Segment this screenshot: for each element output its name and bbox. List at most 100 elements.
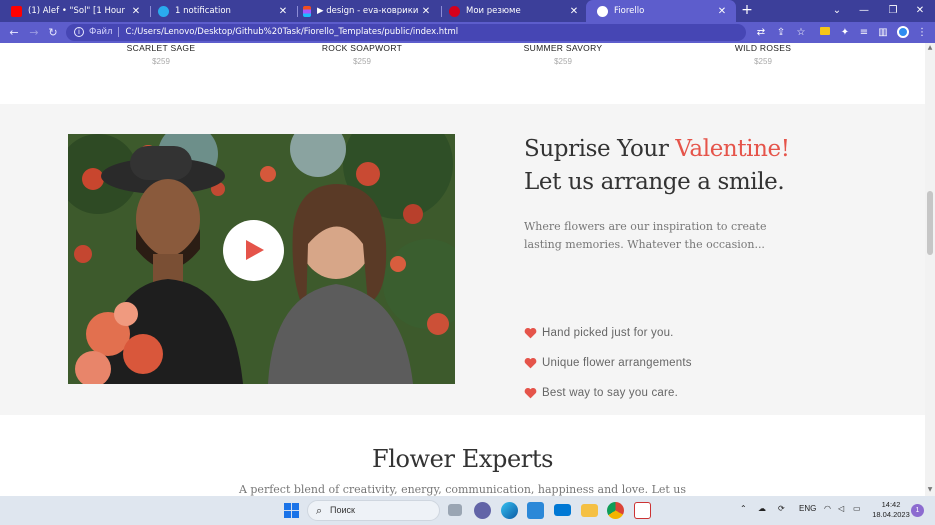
product-card[interactable]: ROCK SOAPWORT $259	[262, 43, 462, 66]
clock-time: 14:42	[881, 500, 901, 509]
experts-subtitle: A perfect blend of creativity, energy, c…	[238, 483, 687, 496]
teams-chat-icon[interactable]	[474, 502, 491, 519]
feature-text: Best way to say you care.	[542, 387, 679, 399]
product-price: $259	[152, 57, 170, 66]
battery-icon[interactable]: ▭	[853, 504, 861, 513]
extension-badge-icon[interactable]	[817, 25, 833, 40]
reading-list-icon[interactable]: ≡	[856, 25, 872, 40]
valentine-promo-section: Suprise Your Valentine! Let us arrange a…	[0, 104, 925, 415]
close-icon[interactable]: ✕	[418, 6, 434, 17]
page-scrollbar[interactable]: ▲ ▼	[925, 43, 935, 496]
product-name: ROCK SOAPWORT	[321, 43, 403, 53]
product-price: $259	[754, 57, 772, 66]
chrome-icon[interactable]	[607, 502, 624, 519]
tab-title: Fiorello	[614, 6, 645, 16]
minimize-icon[interactable]: —	[853, 2, 875, 19]
play-video-button[interactable]	[223, 220, 284, 281]
scroll-down-icon[interactable]: ▼	[925, 486, 935, 493]
close-icon[interactable]: ✕	[128, 6, 144, 17]
wifi-icon[interactable]: ◠	[824, 504, 831, 513]
feature-item: Hand picked just for you.	[524, 326, 674, 340]
product-card[interactable]: SCARLET SAGE $259	[61, 43, 261, 66]
side-panel-icon[interactable]: ▥	[875, 25, 891, 40]
clock-date: 18.04.2023	[872, 510, 910, 519]
tab-fiorello[interactable]: Fiorello ✕	[586, 0, 736, 22]
notification-badge[interactable]: 1	[911, 504, 924, 517]
info-icon[interactable]: i	[74, 26, 84, 37]
product-card[interactable]: SUMMER SAVORY $259	[463, 43, 663, 66]
close-icon[interactable]: ✕	[566, 6, 582, 17]
tab-title: ▶ design - eva-коврики	[317, 6, 418, 16]
tab-title: 1 notification	[175, 6, 231, 16]
youtube-icon	[11, 5, 22, 17]
product-name: SCARLET SAGE	[126, 43, 196, 53]
edge-icon[interactable]	[501, 502, 518, 519]
app-icon[interactable]	[634, 502, 651, 519]
promo-title-line2: Let us arrange a smile.	[524, 169, 785, 195]
tab-search-icon[interactable]: ⌄	[826, 2, 848, 19]
telegram-icon	[158, 5, 169, 17]
hh-icon	[449, 5, 460, 17]
windows-start-icon[interactable]	[284, 503, 299, 518]
search-placeholder: Поиск	[330, 505, 355, 515]
new-tab-icon[interactable]: +	[739, 2, 755, 19]
globe-icon	[597, 5, 608, 17]
promo-description: Where flowers are our inspiration to cre…	[524, 220, 767, 251]
heart-icon	[524, 327, 537, 339]
scroll-up-icon[interactable]: ▲	[925, 44, 935, 51]
tab-telegram[interactable]: 1 notification ✕	[147, 0, 297, 22]
window-close-icon[interactable]: ✕	[909, 2, 931, 19]
experts-heading: Flower Experts	[371, 445, 554, 473]
file-scheme-label: Файл	[89, 27, 113, 37]
promo-title-text: Suprise Your	[524, 136, 676, 162]
extensions-icon[interactable]: ✦	[837, 25, 853, 40]
product-name: SUMMER SAVORY	[523, 43, 603, 53]
language-indicator[interactable]: ENG	[799, 504, 816, 513]
share-icon[interactable]: ⇪	[773, 25, 789, 40]
tab-title: Мои резюме	[466, 6, 521, 16]
play-icon	[246, 240, 264, 260]
feature-text: Unique flower arrangements	[542, 357, 692, 369]
promo-title-accent: Valentine!	[675, 136, 790, 162]
search-icon: ⌕	[316, 504, 323, 517]
file-explorer-icon[interactable]	[581, 504, 598, 517]
figma-icon	[303, 5, 311, 17]
close-icon[interactable]: ✕	[714, 6, 730, 17]
sync-icon[interactable]: ⟳	[778, 504, 785, 513]
close-icon[interactable]: ✕	[275, 6, 291, 17]
forward-icon[interactable]: →	[26, 25, 42, 40]
product-name: WILD ROSES	[734, 43, 792, 53]
menu-icon[interactable]: ⋮	[914, 25, 930, 40]
translate-icon[interactable]: ⇄	[753, 25, 769, 40]
maximize-icon[interactable]: ❐	[882, 2, 904, 19]
back-icon[interactable]: ←	[6, 25, 22, 40]
url-text: C:/Users/Lenovo/Desktop/Github%20Task/Fi…	[125, 27, 459, 37]
task-view-icon[interactable]	[448, 504, 462, 516]
tab-resume[interactable]: Мои резюме ✕	[438, 0, 588, 22]
system-clock[interactable]: 14:42 18.04.2023	[868, 500, 914, 520]
windows-taskbar: ⌕ Поиск ⌃ ☁ ⟳ ENG ◠ ◁ ▭ 14:42 18.04.2023…	[0, 496, 935, 525]
promo-title-line1: Suprise Your Valentine!	[524, 136, 790, 162]
feature-item: Best way to say you care.	[524, 386, 678, 400]
feature-text: Hand picked just for you.	[542, 327, 674, 339]
tab-youtube[interactable]: (1) Alef • "Sol" [1 Hour Loop] - You ✕	[0, 0, 150, 22]
address-bar[interactable]: i Файл C:/Users/Lenovo/Desktop/Github%20Ta…	[66, 24, 746, 41]
heart-icon	[524, 357, 537, 369]
store-icon[interactable]	[527, 502, 544, 519]
show-hidden-icons[interactable]: ⌃	[740, 504, 747, 513]
mail-icon[interactable]	[554, 504, 571, 516]
tab-title: (1) Alef • "Sol" [1 Hour Loop] - You	[28, 6, 128, 16]
bookmark-star-icon[interactable]: ☆	[793, 25, 809, 40]
cloud-icon[interactable]: ☁	[758, 504, 766, 513]
volume-icon[interactable]: ◁	[838, 504, 844, 513]
product-card[interactable]: WILD ROSES $259	[663, 43, 863, 66]
profile-avatar-icon[interactable]	[895, 25, 911, 40]
feature-item: Unique flower arrangements	[524, 356, 692, 370]
scrollbar-thumb[interactable]	[927, 191, 933, 255]
product-price: $259	[353, 57, 371, 66]
tab-figma[interactable]: ▶ design - eva-коврики ✕	[292, 0, 440, 22]
reload-icon[interactable]: ↻	[45, 25, 61, 40]
divider	[118, 26, 120, 37]
taskbar-search[interactable]: ⌕ Поиск	[307, 500, 440, 521]
couple-photo	[68, 134, 455, 384]
